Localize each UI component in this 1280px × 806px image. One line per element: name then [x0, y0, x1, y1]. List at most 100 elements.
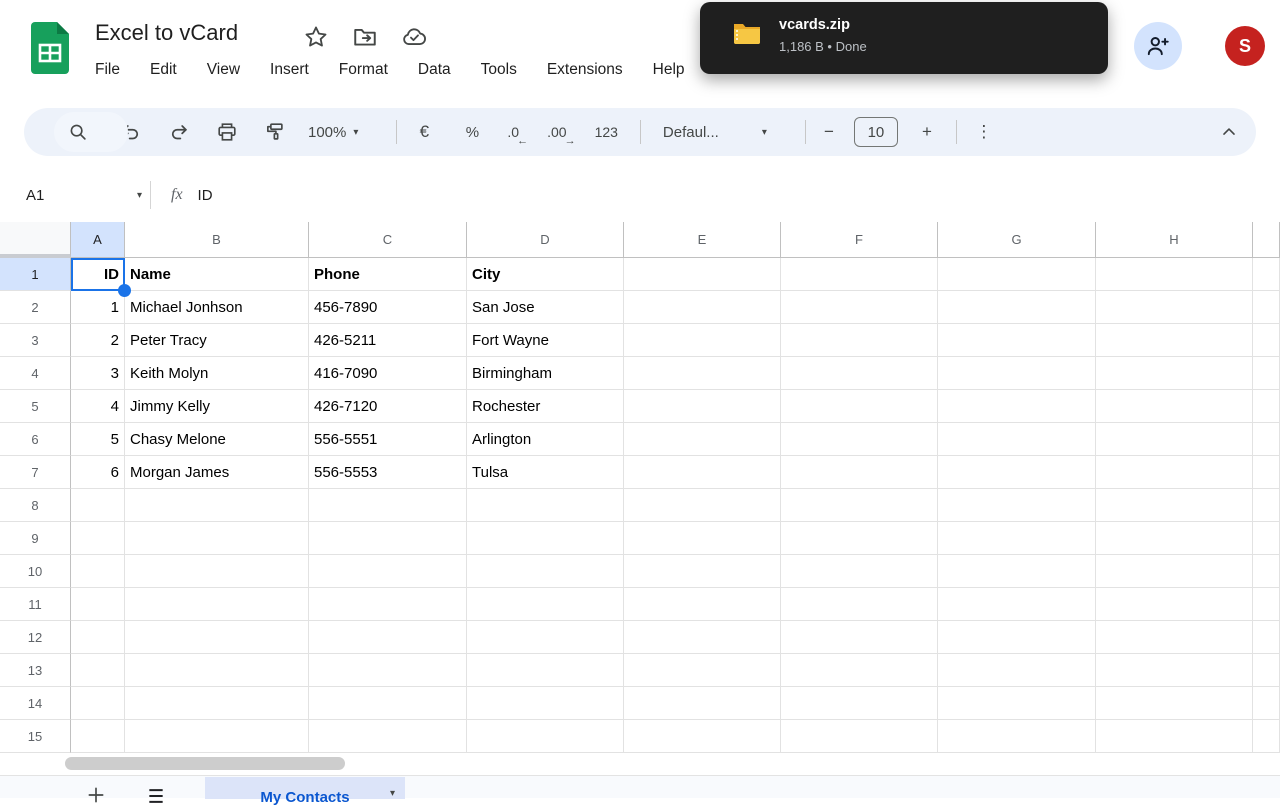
row-header-2[interactable]: 2 — [0, 291, 71, 324]
cell-F15[interactable] — [781, 720, 938, 753]
cell-E5[interactable] — [624, 390, 781, 423]
cell-D12[interactable] — [467, 621, 624, 654]
share-button[interactable] — [1134, 22, 1182, 70]
row-header-6[interactable]: 6 — [0, 423, 71, 456]
column-header-e[interactable]: E — [624, 222, 781, 258]
column-header-g[interactable]: G — [938, 222, 1096, 258]
cell-G14[interactable] — [938, 687, 1096, 720]
cell-F10[interactable] — [781, 555, 938, 588]
cell-X9[interactable] — [1253, 522, 1280, 555]
cell-A8[interactable] — [71, 489, 125, 522]
cell-E11[interactable] — [624, 588, 781, 621]
row-header-15[interactable]: 15 — [0, 720, 71, 753]
menu-item-format[interactable]: Format — [339, 57, 388, 83]
cell-A14[interactable] — [71, 687, 125, 720]
cell-X1[interactable] — [1253, 258, 1280, 291]
cell-A5[interactable]: 4 — [71, 390, 125, 423]
cell-G10[interactable] — [938, 555, 1096, 588]
cell-B5[interactable]: Jimmy Kelly — [125, 390, 309, 423]
cell-X12[interactable] — [1253, 621, 1280, 654]
row-header-10[interactable]: 10 — [0, 555, 71, 588]
cell-G5[interactable] — [938, 390, 1096, 423]
cell-F5[interactable] — [781, 390, 938, 423]
cell-E6[interactable] — [624, 423, 781, 456]
cell-C6[interactable]: 556-5551 — [309, 423, 467, 456]
cell-D15[interactable] — [467, 720, 624, 753]
cell-C9[interactable] — [309, 522, 467, 555]
cell-E7[interactable] — [624, 456, 781, 489]
cell-F8[interactable] — [781, 489, 938, 522]
menu-item-tools[interactable]: Tools — [481, 57, 517, 83]
cell-B4[interactable]: Keith Molyn — [125, 357, 309, 390]
cell-H7[interactable] — [1096, 456, 1253, 489]
cell-B15[interactable] — [125, 720, 309, 753]
cell-H6[interactable] — [1096, 423, 1253, 456]
cell-X5[interactable] — [1253, 390, 1280, 423]
column-header-c[interactable]: C — [309, 222, 467, 258]
row-header-13[interactable]: 13 — [0, 654, 71, 687]
cell-E3[interactable] — [624, 324, 781, 357]
cell-G4[interactable] — [938, 357, 1096, 390]
cell-E4[interactable] — [624, 357, 781, 390]
cell-C2[interactable]: 456-7890 — [309, 291, 467, 324]
column-header-f[interactable]: F — [781, 222, 938, 258]
cell-C1[interactable]: Phone — [309, 258, 467, 291]
cell-B7[interactable]: Morgan James — [125, 456, 309, 489]
cell-D14[interactable] — [467, 687, 624, 720]
menu-item-help[interactable]: Help — [653, 57, 685, 83]
cell-B11[interactable] — [125, 588, 309, 621]
cell-F4[interactable] — [781, 357, 938, 390]
cell-C13[interactable] — [309, 654, 467, 687]
cell-F14[interactable] — [781, 687, 938, 720]
cell-X13[interactable] — [1253, 654, 1280, 687]
menu-item-view[interactable]: View — [207, 57, 240, 83]
cell-A6[interactable]: 5 — [71, 423, 125, 456]
column-header-a[interactable]: A — [71, 222, 125, 258]
cell-A7[interactable]: 6 — [71, 456, 125, 489]
cell-B14[interactable] — [125, 687, 309, 720]
cell-E1[interactable] — [624, 258, 781, 291]
cell-G1[interactable] — [938, 258, 1096, 291]
cell-X3[interactable] — [1253, 324, 1280, 357]
cell-A9[interactable] — [71, 522, 125, 555]
cell-F3[interactable] — [781, 324, 938, 357]
zoom-select[interactable]: 100% ▾ — [308, 124, 358, 141]
cell-B12[interactable] — [125, 621, 309, 654]
cell-F13[interactable] — [781, 654, 938, 687]
cell-A3[interactable]: 2 — [71, 324, 125, 357]
cell-D11[interactable] — [467, 588, 624, 621]
cell-H11[interactable] — [1096, 588, 1253, 621]
cell-B3[interactable]: Peter Tracy — [125, 324, 309, 357]
download-toast[interactable]: vcards.zip 1,186 B • Done — [700, 2, 1108, 74]
cell-X7[interactable] — [1253, 456, 1280, 489]
cell-D4[interactable]: Birmingham — [467, 357, 624, 390]
row-header-7[interactable]: 7 — [0, 456, 71, 489]
cell-X14[interactable] — [1253, 687, 1280, 720]
menu-item-file[interactable]: File — [95, 57, 120, 83]
cell-G2[interactable] — [938, 291, 1096, 324]
row-header-4[interactable]: 4 — [0, 357, 71, 390]
cell-F1[interactable] — [781, 258, 938, 291]
cell-C7[interactable]: 556-5553 — [309, 456, 467, 489]
cell-D5[interactable]: Rochester — [467, 390, 624, 423]
cell-E15[interactable] — [624, 720, 781, 753]
decrease-font-size-button[interactable]: − — [816, 119, 842, 145]
cell-G8[interactable] — [938, 489, 1096, 522]
cell-H5[interactable] — [1096, 390, 1253, 423]
row-header-9[interactable]: 9 — [0, 522, 71, 555]
row-header-5[interactable]: 5 — [0, 390, 71, 423]
column-header-d[interactable]: D — [467, 222, 624, 258]
collapse-menus-button[interactable] — [1216, 119, 1242, 145]
cell-D10[interactable] — [467, 555, 624, 588]
cell-F11[interactable] — [781, 588, 938, 621]
cell-D2[interactable]: San Jose — [467, 291, 624, 324]
cell-A12[interactable] — [71, 621, 125, 654]
formula-input[interactable]: ID — [198, 187, 213, 204]
cell-H10[interactable] — [1096, 555, 1253, 588]
cell-E10[interactable] — [624, 555, 781, 588]
cell-D13[interactable] — [467, 654, 624, 687]
cell-X15[interactable] — [1253, 720, 1280, 753]
cell-H4[interactable] — [1096, 357, 1253, 390]
all-sheets-menu-button[interactable] — [146, 786, 166, 806]
cell-D9[interactable] — [467, 522, 624, 555]
